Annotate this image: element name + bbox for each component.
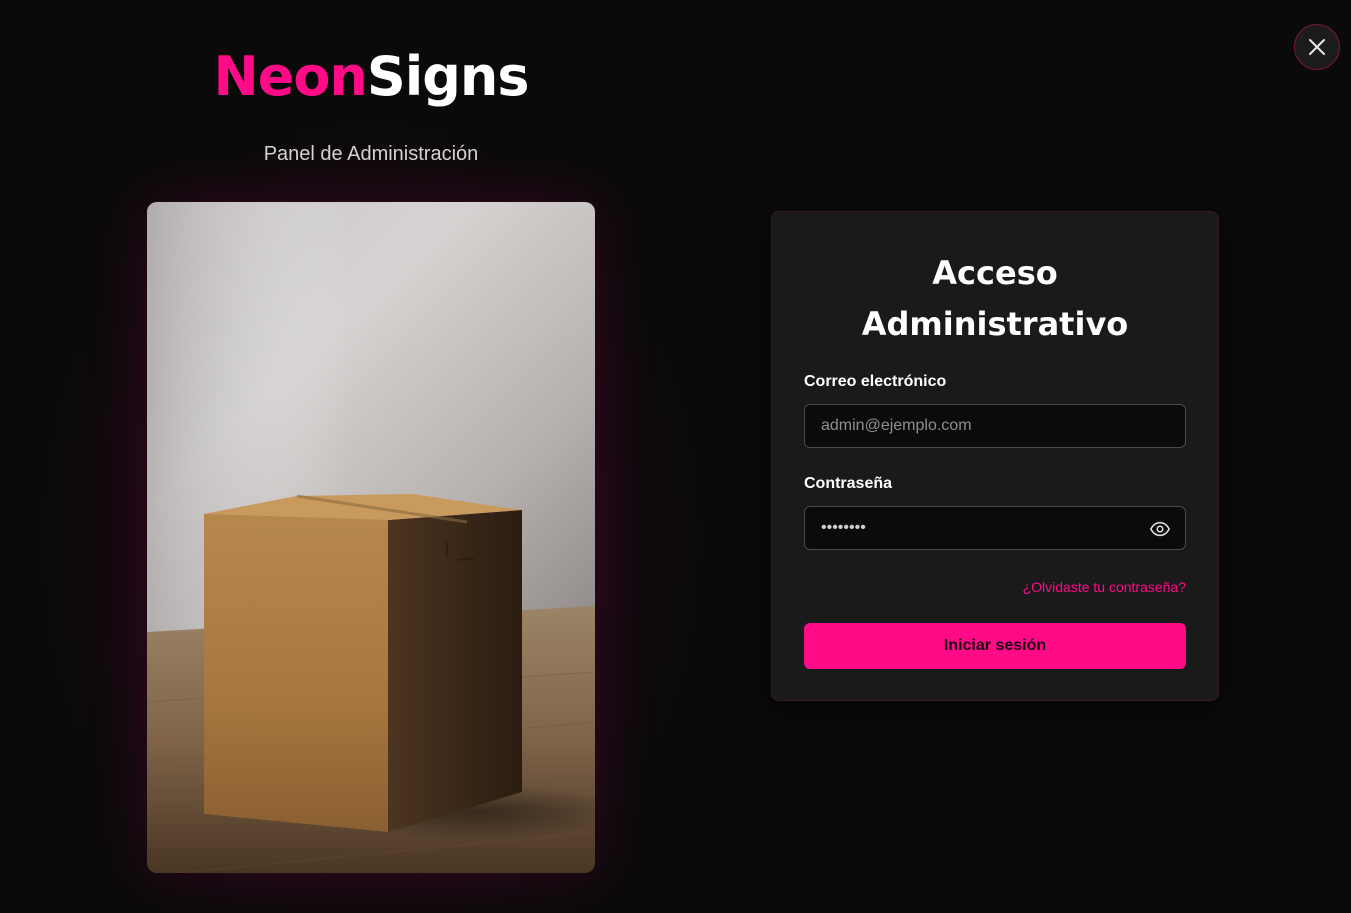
close-button[interactable]	[1294, 24, 1340, 70]
login-title: Acceso Administrativo	[772, 248, 1218, 350]
email-label: Correo electrónico	[804, 373, 947, 390]
login-card: Acceso Administrativo Correo electrónico…	[771, 211, 1219, 701]
forgot-password-link[interactable]: ¿Olvidaste tu contraseña?	[1023, 579, 1186, 595]
login-button[interactable]: Iniciar sesión	[804, 623, 1186, 669]
email-field-wrapper	[804, 404, 1186, 448]
brand-logo: NeonSigns	[147, 42, 595, 112]
password-field[interactable]	[805, 507, 1185, 549]
email-field[interactable]	[805, 405, 1185, 447]
close-icon	[1309, 39, 1325, 55]
brand-neon-text: Neon	[213, 45, 368, 108]
password-label: Contraseña	[804, 475, 893, 492]
eye-icon[interactable]	[1149, 518, 1171, 540]
login-title-line1: Acceso	[932, 254, 1058, 292]
panel-subtitle: Panel de Administración	[263, 143, 479, 165]
cardboard-box-photo	[147, 202, 595, 873]
login-page: NeonSigns Panel de Administración Acceso…	[0, 0, 1351, 913]
password-field-wrapper	[804, 506, 1186, 550]
login-title-line2: Administrativo	[861, 305, 1129, 343]
brand-signs-text: Signs	[366, 45, 530, 108]
